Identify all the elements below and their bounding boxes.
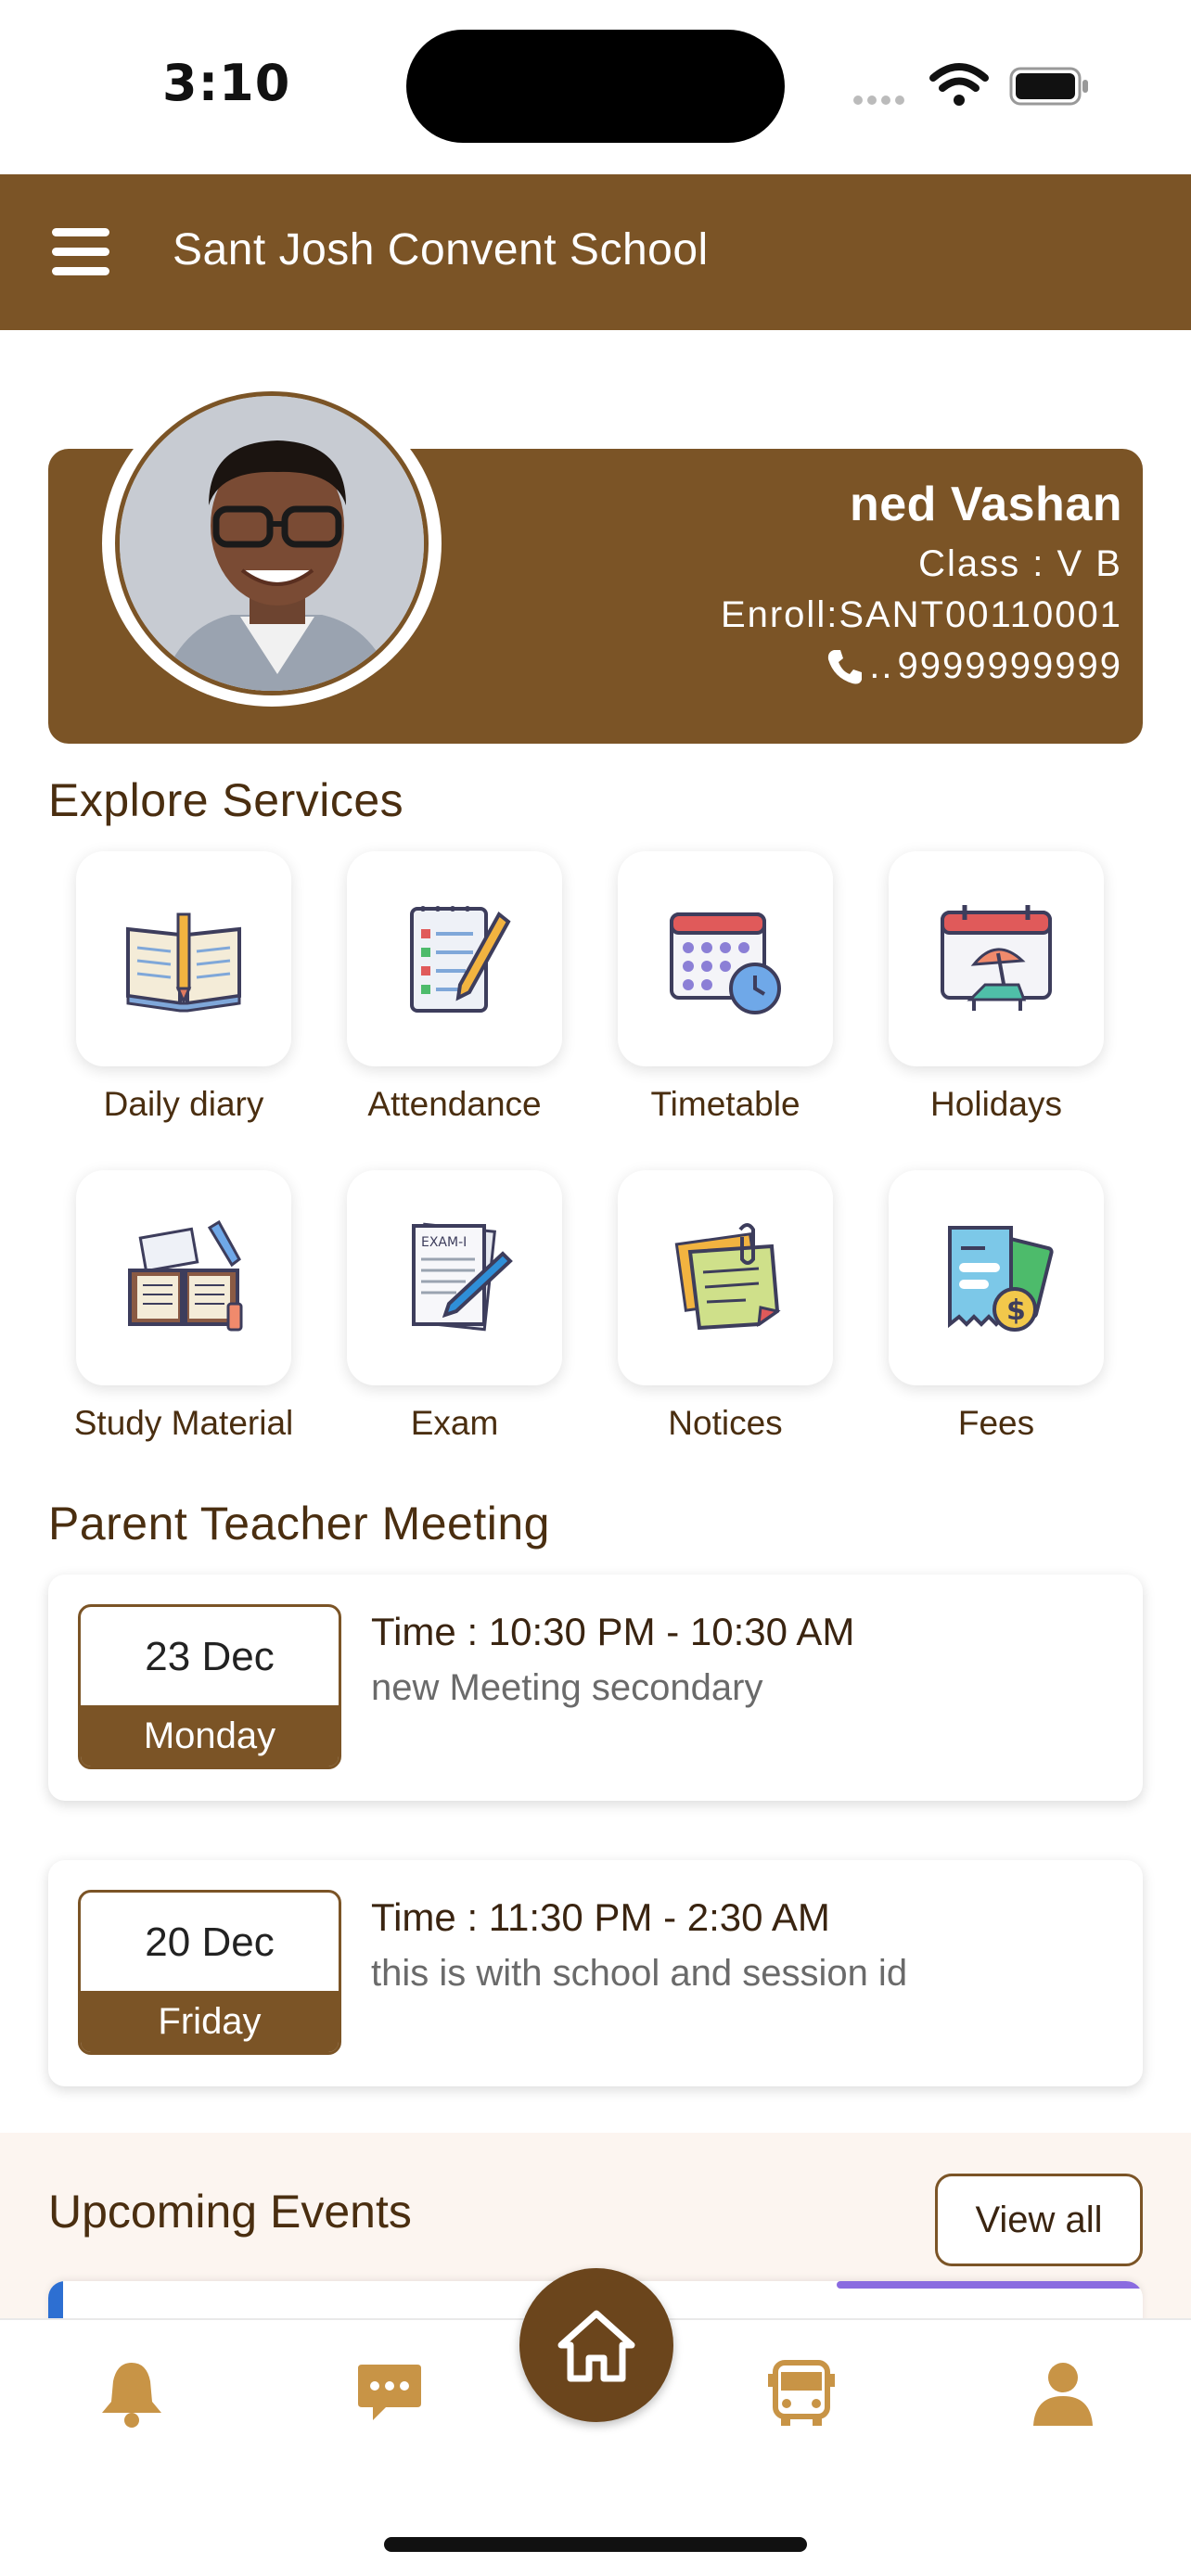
- nav-transport[interactable]: [764, 2355, 839, 2429]
- service-timetable[interactable]: Timetable: [618, 851, 833, 1124]
- study-books-icon: [128, 1219, 243, 1332]
- meeting-card[interactable]: 20 Dec Friday Time : 11:30 PM - 2:30 AM …: [48, 1860, 1143, 2086]
- service-label: Exam: [410, 1404, 499, 1442]
- service-notices[interactable]: Notices: [618, 1170, 833, 1443]
- app-header: Sant Josh Convent School: [0, 174, 1191, 330]
- receipt-money-icon: $: [948, 1226, 1054, 1332]
- service-daily-diary[interactable]: Daily diary: [76, 851, 291, 1124]
- battery-icon: [1009, 67, 1088, 106]
- open-book-icon: [126, 912, 241, 1013]
- calendar-clock-icon: [670, 912, 781, 1014]
- calendar-beach-umbrella-icon: [941, 905, 1052, 1011]
- home-indicator: [384, 2537, 807, 2552]
- nav-messages[interactable]: [352, 2355, 427, 2429]
- status-bar: 3:10: [0, 0, 1191, 174]
- phone-prefix: ..: [869, 645, 894, 686]
- ptm-title: Parent Teacher Meeting: [48, 1498, 550, 1549]
- meeting-time: Time : 11:30 PM - 2:30 AM: [371, 1895, 830, 1939]
- bus-icon: [768, 2360, 835, 2426]
- student-enroll: Enroll:SANT00110001: [720, 594, 1122, 635]
- meeting-description: new Meeting secondary: [371, 1667, 763, 1708]
- chat-icon: [358, 2365, 421, 2420]
- hamburger-menu-icon[interactable]: [48, 219, 115, 286]
- meeting-date-box: 23 Dec Monday: [78, 1604, 341, 1769]
- phone-icon: [828, 649, 863, 683]
- exam-paper-pen-icon: EXAM-I: [412, 1222, 513, 1332]
- explore-services-title: Explore Services: [48, 774, 404, 826]
- cellular-signal-icon: [853, 93, 913, 105]
- service-attendance[interactable]: Attendance: [347, 851, 562, 1124]
- student-avatar[interactable]: [115, 391, 429, 695]
- sticky-notes-icon: [674, 1223, 781, 1331]
- meeting-weekday: Friday: [81, 1991, 339, 2052]
- school-title: Sant Josh Convent School: [173, 225, 709, 274]
- svg-text:EXAM-I: EXAM-I: [421, 1235, 467, 1250]
- checklist-pencil-icon: [410, 906, 511, 1013]
- service-study-material[interactable]: Study Material: [74, 1170, 293, 1443]
- service-label: Attendance: [367, 1085, 542, 1123]
- meeting-date: 23 Dec: [145, 1634, 275, 1679]
- phone-number: 9999999999: [897, 645, 1122, 686]
- student-class: Class : V B: [918, 543, 1122, 584]
- service-label: Notices: [668, 1404, 783, 1442]
- status-time: 3:10: [162, 54, 291, 112]
- home-icon: [557, 2310, 635, 2382]
- nav-notifications[interactable]: [95, 2355, 169, 2429]
- nav-home[interactable]: [519, 2268, 673, 2422]
- bell-icon: [102, 2363, 161, 2428]
- dynamic-island: [406, 30, 785, 143]
- view-all-button[interactable]: View all: [935, 2174, 1143, 2266]
- service-label: Timetable: [650, 1085, 800, 1123]
- meeting-time: Time : 10:30 PM - 10:30 AM: [371, 1610, 855, 1653]
- upcoming-events-title: Upcoming Events: [48, 2186, 412, 2238]
- meeting-card[interactable]: 23 Dec Monday Time : 10:30 PM - 10:30 AM…: [48, 1575, 1143, 1801]
- meeting-date: 20 Dec: [145, 1919, 275, 1965]
- service-fees[interactable]: $ Fees: [889, 1170, 1104, 1443]
- meeting-date-box: 20 Dec Friday: [78, 1890, 341, 2055]
- meeting-description: this is with school and session id: [371, 1953, 908, 1994]
- nav-profile[interactable]: [1026, 2355, 1100, 2429]
- meeting-weekday: Monday: [81, 1705, 339, 1766]
- service-label: Fees: [957, 1404, 1035, 1442]
- service-holidays[interactable]: Holidays: [889, 851, 1104, 1124]
- svg-text:$: $: [1006, 1294, 1026, 1327]
- student-info: ned Vashan Class : V B Enroll:SANT001100…: [721, 477, 1122, 687]
- wifi-icon: [929, 63, 989, 106]
- student-name: ned Vashan: [850, 478, 1122, 531]
- service-exam[interactable]: EXAM-I Exam: [347, 1170, 562, 1443]
- service-label: Study Material: [73, 1404, 294, 1442]
- service-label: Daily diary: [103, 1085, 264, 1123]
- user-icon: [1033, 2363, 1093, 2426]
- student-phone: .. 9999999999: [721, 645, 1122, 687]
- service-label: Holidays: [930, 1085, 1062, 1123]
